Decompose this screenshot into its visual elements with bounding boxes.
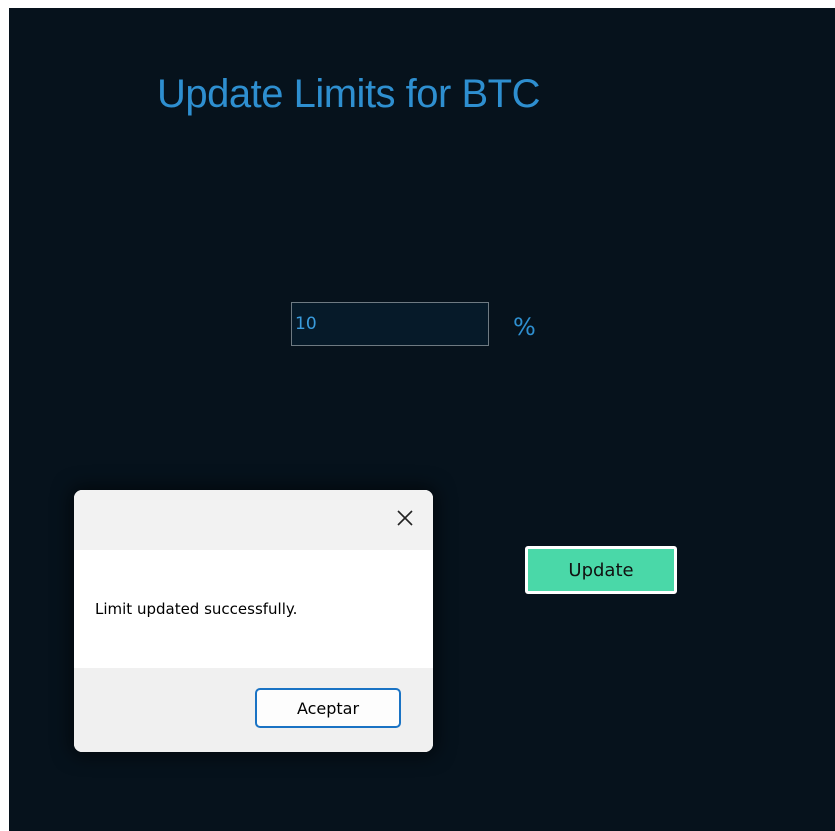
close-icon[interactable] xyxy=(391,504,419,532)
update-button[interactable]: Update xyxy=(525,546,677,594)
dialog-footer: Aceptar xyxy=(74,668,433,752)
accept-button[interactable]: Aceptar xyxy=(255,688,401,728)
limit-percent-input[interactable] xyxy=(291,302,489,346)
message-dialog: Limit updated successfully. Aceptar xyxy=(74,490,433,752)
dialog-titlebar xyxy=(74,490,433,550)
dialog-message: Limit updated successfully. xyxy=(95,600,298,618)
percent-unit-label: % xyxy=(513,313,536,341)
page-title: Update Limits for BTC xyxy=(157,72,540,116)
